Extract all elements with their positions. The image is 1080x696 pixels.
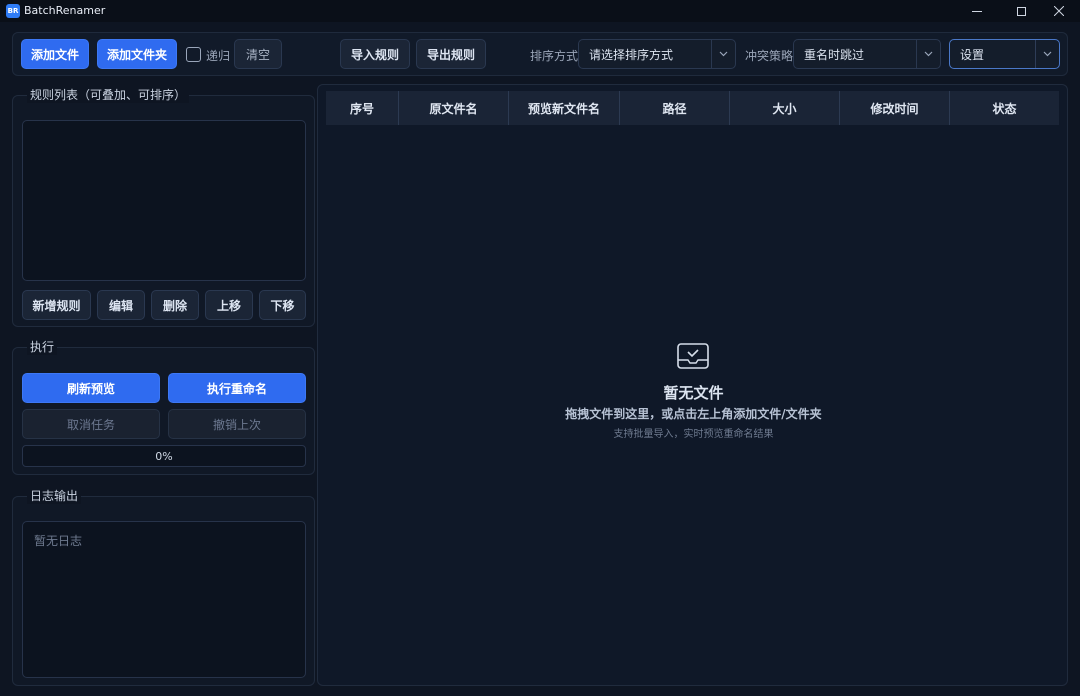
progress-bar: 0% [22, 445, 306, 467]
log-panel: 暂无日志 [12, 496, 315, 686]
undo-last-button[interactable]: 撤销上次 [168, 409, 306, 439]
minimize-icon [972, 10, 982, 12]
column-header-preview-name[interactable]: 预览新文件名 [509, 91, 620, 125]
toolbar: 添加文件 添加文件夹 递归 清空 导入规则 导出规则 排序方式 请选择排序方式 … [12, 32, 1068, 76]
chevron-down-icon [1035, 40, 1059, 68]
empty-state-hint: 支持批量导入，实时预览重命名结果 [613, 429, 774, 440]
minimize-button[interactable] [954, 0, 1000, 22]
column-header-index[interactable]: 序号 [326, 91, 399, 125]
settings-select-value: 设置 [960, 47, 985, 62]
import-rules-button[interactable]: 导入规则 [340, 39, 410, 69]
empty-state-title: 暂无文件 [663, 384, 724, 402]
chevron-down-icon [916, 40, 940, 68]
app-logo-icon: BR [6, 4, 20, 18]
title-bar: BR BatchRenamer [0, 0, 1080, 22]
cancel-task-button[interactable]: 取消任务 [22, 409, 160, 439]
add-folder-button[interactable]: 添加文件夹 [97, 39, 177, 69]
column-header-original-name[interactable]: 原文件名 [399, 91, 509, 125]
column-header-size[interactable]: 大小 [730, 91, 840, 125]
log-panel-title: 日志输出 [27, 487, 82, 504]
log-placeholder: 暂无日志 [34, 534, 83, 548]
edit-rule-button[interactable]: 编辑 [97, 290, 145, 320]
table-header: 序号 原文件名 预览新文件名 路径 大小 修改时间 状态 [326, 91, 1059, 125]
delete-rule-button[interactable]: 删除 [151, 290, 199, 320]
maximize-icon [1016, 6, 1026, 16]
execute-panel: 刷新预览 执行重命名 取消任务 撤销上次 0% [12, 347, 315, 475]
conflict-label: 冲突策略 [745, 49, 794, 63]
settings-select[interactable]: 设置 [949, 39, 1060, 69]
close-button[interactable] [1036, 0, 1080, 22]
log-output[interactable]: 暂无日志 [22, 521, 306, 678]
clear-button[interactable]: 清空 [234, 39, 282, 69]
export-rules-button[interactable]: 导出规则 [416, 39, 486, 69]
column-header-path[interactable]: 路径 [620, 91, 730, 125]
progress-text: 0% [155, 449, 173, 463]
add-rule-button[interactable]: 新增规则 [22, 290, 91, 320]
empty-inbox-icon [677, 343, 709, 369]
sort-select[interactable]: 请选择排序方式 [578, 39, 736, 69]
chevron-down-icon [711, 40, 735, 68]
move-up-button[interactable]: 上移 [205, 290, 253, 320]
window-title: BatchRenamer [24, 4, 106, 17]
column-header-modified-time[interactable]: 修改时间 [840, 91, 950, 125]
execute-rename-button[interactable]: 执行重命名 [168, 373, 306, 403]
recursive-checkbox[interactable] [186, 47, 201, 62]
rules-list[interactable] [22, 120, 306, 281]
rules-panel: 新增规则 编辑 删除 上移 下移 [12, 95, 315, 327]
recursive-label: 递归 [206, 49, 231, 63]
sort-label: 排序方式 [530, 49, 579, 63]
sort-select-value: 请选择排序方式 [589, 47, 674, 62]
close-icon [1054, 6, 1064, 16]
empty-state-subtitle: 拖拽文件到这里，或点击左上角添加文件/文件夹 [565, 407, 822, 421]
rules-panel-title: 规则列表（可叠加、可排序） [27, 86, 190, 103]
column-header-status[interactable]: 状态 [950, 91, 1059, 125]
file-table[interactable]: 序号 原文件名 预览新文件名 路径 大小 修改时间 状态 暂无文件 拖拽文件到这… [317, 84, 1068, 686]
conflict-select-value: 重名时跳过 [804, 47, 865, 62]
move-down-button[interactable]: 下移 [259, 290, 306, 320]
conflict-select[interactable]: 重名时跳过 [793, 39, 941, 69]
refresh-preview-button[interactable]: 刷新预览 [22, 373, 160, 403]
add-file-button[interactable]: 添加文件 [21, 39, 89, 69]
execute-panel-title: 执行 [27, 338, 58, 355]
